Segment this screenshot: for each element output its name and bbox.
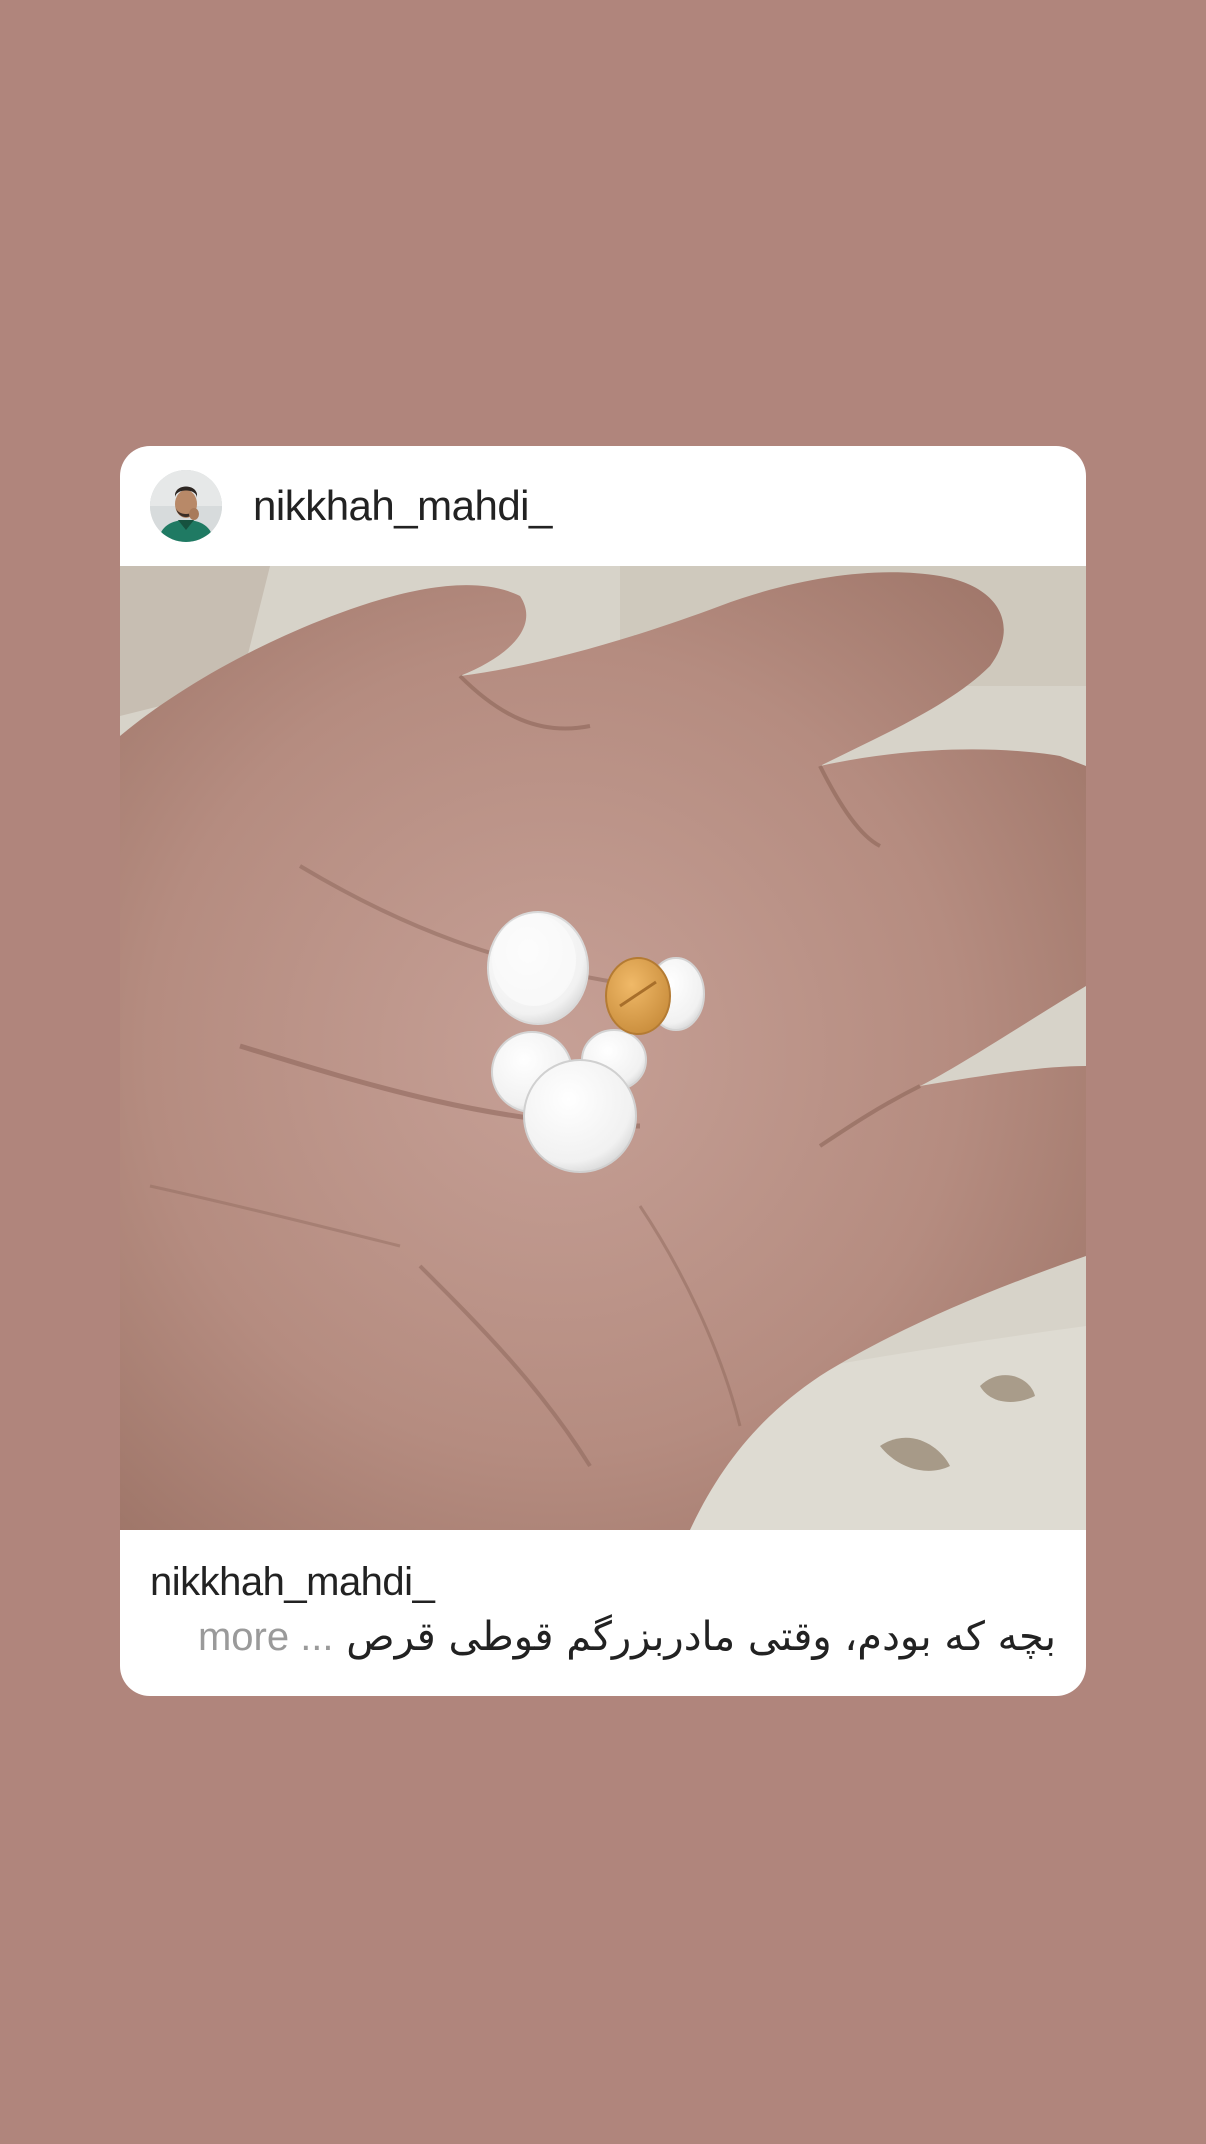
caption-text: بچه که بودم، وقتی مادربزرگم قوطی قرص <box>346 1614 1056 1660</box>
post-caption: nikkhah_mahdi_ بچه که بودم، وقتی مادربزر… <box>120 1530 1086 1696</box>
hand-holding-pills-photo-icon <box>120 566 1086 1530</box>
post-header: nikkhah_mahdi_ <box>120 446 1086 566</box>
avatar[interactable] <box>150 470 222 542</box>
post-author-username[interactable]: nikkhah_mahdi_ <box>253 480 552 532</box>
caption-line: بچه که بودم، وقتی مادربزرگم قوطی قرص ...… <box>150 1612 1056 1662</box>
post-card: nikkhah_mahdi_ nikkhah_mahdi_ بچه که بود… <box>120 446 1086 1696</box>
more-link[interactable]: ... more <box>198 1615 334 1659</box>
caption-author-username[interactable]: nikkhah_mahdi_ <box>150 1558 435 1606</box>
post-photo[interactable] <box>120 566 1086 1530</box>
profile-avatar-icon <box>150 470 222 542</box>
